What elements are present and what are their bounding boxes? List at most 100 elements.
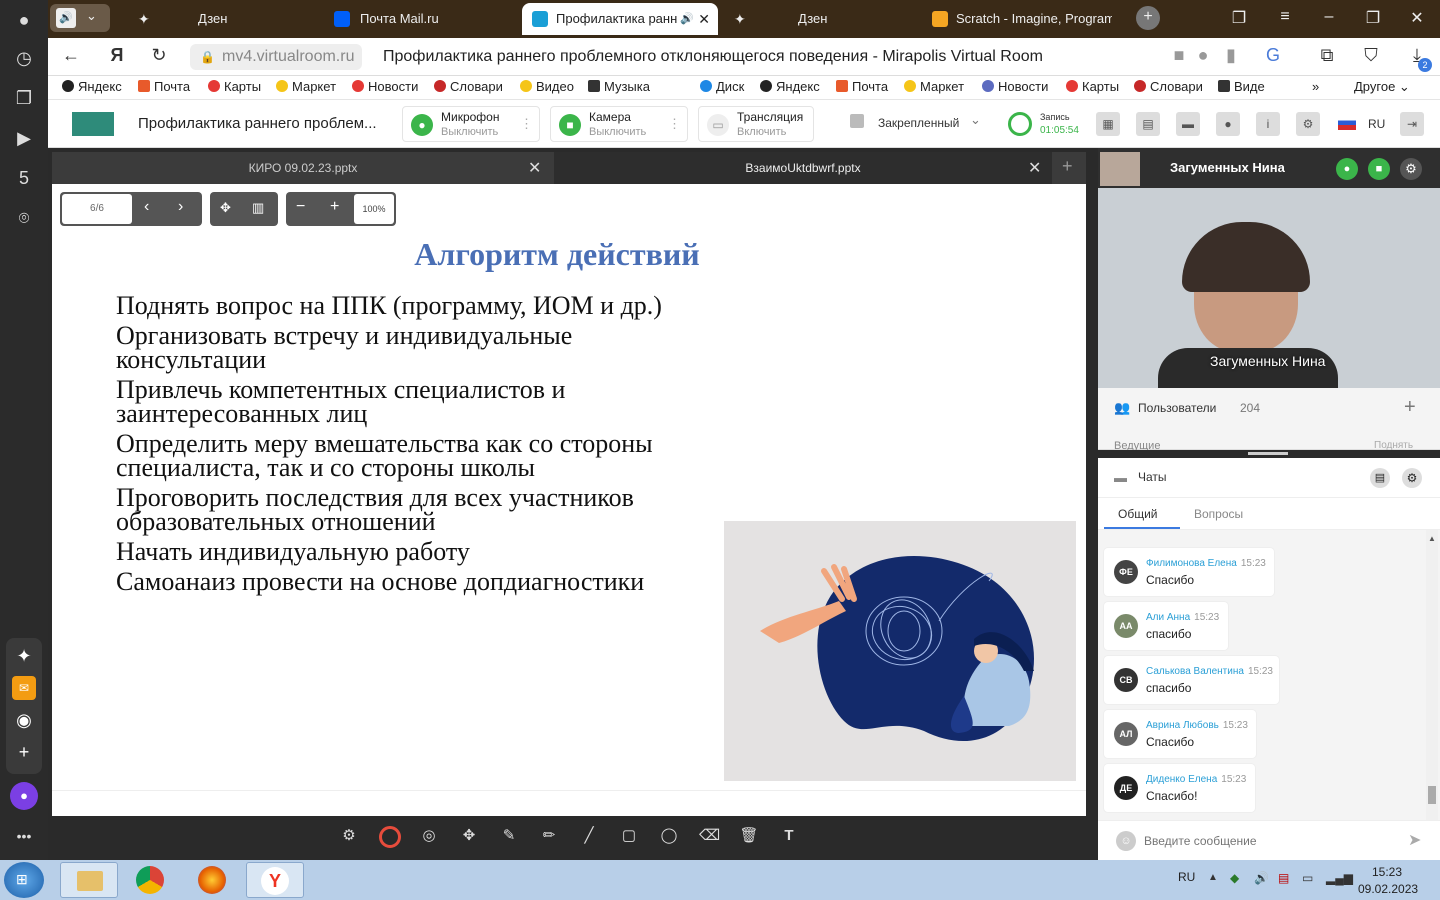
- tab-general[interactable]: Общий: [1118, 507, 1158, 521]
- bookmark-item[interactable]: Маркет: [904, 79, 964, 94]
- settings-share-icon[interactable]: ⚙: [1296, 112, 1320, 136]
- url-field[interactable]: 🔒 mv4.virtualroom.ru: [190, 44, 362, 70]
- menu-icon[interactable]: ≡: [1274, 8, 1296, 26]
- bookmark-item[interactable]: Словари: [434, 79, 503, 94]
- tab-questions[interactable]: Вопросы: [1194, 507, 1243, 521]
- settings-icon[interactable]: ⚙: [339, 826, 359, 846]
- alice-icon[interactable]: ●: [10, 782, 38, 810]
- bookmark-item[interactable]: Почта: [836, 79, 888, 94]
- yandex-icon[interactable]: Я: [106, 45, 128, 66]
- back-icon[interactable]: ←: [60, 45, 82, 66]
- video-icon[interactable]: ▶: [12, 126, 36, 150]
- history-icon[interactable]: ◷: [12, 46, 36, 70]
- fit-width-icon[interactable]: ▥: [252, 200, 264, 216]
- more-options-icon[interactable]: ⋮: [668, 116, 681, 132]
- clock-date[interactable]: 09.02.2023: [1358, 882, 1418, 896]
- volume-icon[interactable]: 🔊: [1254, 871, 1269, 885]
- clock-time[interactable]: 15:23: [1372, 865, 1402, 879]
- user-icon[interactable]: ●: [1216, 112, 1240, 136]
- scroll-thumb[interactable]: [1428, 786, 1436, 804]
- scroll-up-icon[interactable]: ▲: [1428, 534, 1436, 543]
- restore-icon[interactable]: ❐: [1362, 8, 1384, 28]
- file-tab[interactable]: КИРО 09.02.23.pptx: [52, 152, 554, 184]
- bookmark-item[interactable]: Яндекс: [62, 79, 122, 94]
- move-icon[interactable]: ✥: [459, 826, 479, 846]
- bookmark-item[interactable]: Музыка: [588, 79, 650, 94]
- camera-control[interactable]: ■ Камера Выключить ⋮: [550, 106, 688, 142]
- broadcast-control[interactable]: ▭ Трансляция Включить: [698, 106, 814, 142]
- microphone-icon[interactable]: ●: [1336, 158, 1358, 180]
- rectangle-icon[interactable]: ▢: [619, 826, 639, 846]
- bookmark-item[interactable]: Маркет: [276, 79, 336, 94]
- record-icon[interactable]: [1008, 112, 1032, 136]
- line-icon[interactable]: ╱: [579, 826, 599, 846]
- zoom-in-icon[interactable]: +: [330, 198, 339, 216]
- camera-permission-icon[interactable]: ■: [1168, 45, 1190, 66]
- zoom-level[interactable]: 100%: [354, 194, 394, 224]
- panel-splitter[interactable]: [1098, 450, 1440, 458]
- tab-zen[interactable]: ✦ Дзен: [128, 3, 318, 35]
- screenshot-icon[interactable]: ⌾: [12, 206, 36, 230]
- protect-icon[interactable]: ⛉: [1360, 45, 1382, 66]
- bookmark-item[interactable]: Словари: [1134, 79, 1203, 94]
- mail-icon[interactable]: ✉: [12, 676, 36, 700]
- scrollbar[interactable]: ▲: [1426, 530, 1438, 820]
- bookmark-item[interactable]: Новости: [982, 79, 1048, 94]
- close-icon[interactable]: ✕: [1028, 158, 1041, 178]
- document-icon[interactable]: ▤: [1136, 112, 1160, 136]
- bookmark-item[interactable]: Почта: [138, 79, 190, 94]
- network-icon[interactable]: ▂▄▆: [1326, 871, 1353, 885]
- chat-export-icon[interactable]: ▤: [1370, 468, 1390, 488]
- start-button[interactable]: ⊞: [4, 862, 44, 898]
- close-tab-icon[interactable]: ✕: [698, 3, 710, 35]
- prev-page-icon[interactable]: ‹: [144, 198, 149, 216]
- zoom-out-icon[interactable]: −: [296, 198, 305, 216]
- zen-icon[interactable]: ✦: [12, 644, 36, 668]
- layout-grid-icon[interactable]: ▦: [1096, 112, 1120, 136]
- pencil-icon[interactable]: ✏: [539, 826, 559, 846]
- tab-manager-icon[interactable]: ❐: [1228, 8, 1250, 28]
- gear-icon[interactable]: ⚙: [1400, 158, 1422, 180]
- pointer-icon[interactable]: ◎: [419, 826, 439, 846]
- clipboard-icon[interactable]: ▤: [1278, 871, 1289, 885]
- color-picker-icon[interactable]: [379, 826, 401, 848]
- add-icon[interactable]: +: [12, 740, 36, 764]
- close-window-icon[interactable]: ✕: [1406, 8, 1428, 28]
- folder-icon[interactable]: ▬: [1176, 112, 1200, 136]
- info-icon[interactable]: i: [1256, 112, 1280, 136]
- mic-permission-icon[interactable]: ●: [1192, 45, 1214, 66]
- bookmark-icon[interactable]: ▮: [1220, 45, 1242, 66]
- mic-control[interactable]: ● Микрофон Выключить ⋮: [402, 106, 540, 142]
- file-tab-active[interactable]: ВзаимоUktdbwrf.pptx: [554, 152, 1052, 184]
- more-options-icon[interactable]: ⋮: [520, 116, 533, 132]
- page-number-field[interactable]: 6/6: [62, 194, 132, 224]
- tab-scratch[interactable]: Scratch - Imagine, Program: [922, 3, 1112, 35]
- extension-icon[interactable]: ⧉: [1316, 45, 1338, 66]
- messenger-icon[interactable]: ◉: [12, 708, 36, 732]
- emoji-icon[interactable]: ☺: [1116, 831, 1136, 851]
- chat-input[interactable]: [1144, 829, 1404, 853]
- tab-zen-2[interactable]: ✦ Дзен: [724, 3, 914, 35]
- tray-expand-icon[interactable]: ▲: [1208, 872, 1218, 883]
- reload-icon[interactable]: ↻: [148, 45, 170, 66]
- language-select[interactable]: RU: [1368, 117, 1385, 131]
- camera-icon[interactable]: ■: [1368, 158, 1390, 180]
- minimize-icon[interactable]: –: [1318, 8, 1340, 26]
- drag-handle[interactable]: [1248, 452, 1288, 455]
- pinned-layout-select[interactable]: Закрепленный ⌄: [844, 112, 994, 136]
- translate-icon[interactable]: G: [1262, 45, 1284, 66]
- explorer-taskbar-icon[interactable]: [60, 862, 118, 898]
- firefox-taskbar-icon[interactable]: [184, 862, 242, 898]
- add-file-icon[interactable]: +: [1062, 156, 1073, 177]
- collections-icon[interactable]: ❐: [12, 86, 36, 110]
- eraser-icon[interactable]: ⌫: [699, 826, 720, 846]
- bookmark-item[interactable]: Карты: [1066, 79, 1119, 94]
- bookmark-item[interactable]: Карты: [208, 79, 261, 94]
- tab-mail[interactable]: Почта Mail.ru: [324, 3, 514, 35]
- tab-room[interactable]: Профилактика ранн 🔊 ✕: [522, 3, 718, 35]
- next-page-icon[interactable]: ›: [178, 198, 183, 216]
- yandex-browser-taskbar-icon[interactable]: Y: [246, 862, 304, 898]
- bookmark-item[interactable]: Новости: [352, 79, 418, 94]
- tray-app-icon[interactable]: ◆: [1230, 871, 1239, 885]
- gear-icon[interactable]: ⚙: [1402, 468, 1422, 488]
